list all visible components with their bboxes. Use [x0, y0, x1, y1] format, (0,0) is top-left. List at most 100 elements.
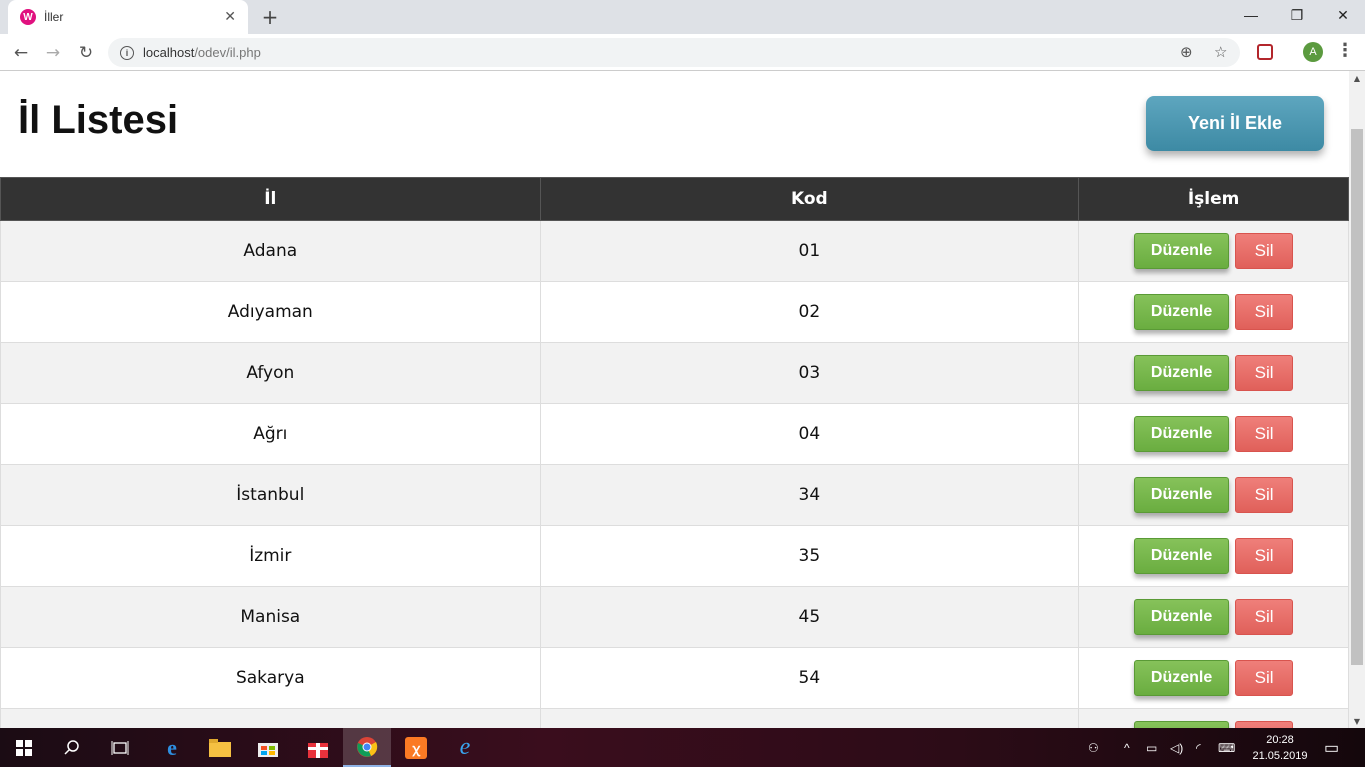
edit-button[interactable]: Düzenle [1134, 599, 1230, 635]
cell-kod: 45 [539, 586, 1080, 648]
address-bar[interactable]: i localhost/odev/il.php ⊕ ☆ [108, 38, 1240, 67]
store-icon[interactable] [244, 728, 292, 767]
cell-actions: Düzenle Sil [1078, 708, 1349, 728]
page-title: İl Listesi [18, 98, 179, 142]
cell-il: Afyon [0, 342, 541, 404]
bookmark-star-icon[interactable]: ☆ [1214, 43, 1227, 61]
cell-il: Ağrı [0, 403, 541, 465]
table-row: Manisa 45 Düzenle Sil [0, 586, 1349, 648]
cell-kod: 54 [539, 647, 1080, 709]
table-row: Adana 01 Düzenle Sil [0, 220, 1349, 282]
wifi-icon[interactable]: ◜ [1196, 728, 1201, 767]
show-hidden-icons-icon[interactable]: ^ [1124, 728, 1130, 767]
edit-button[interactable]: Düzenle [1134, 233, 1230, 269]
keyboard-icon[interactable]: ⌨ [1218, 728, 1235, 767]
wamp-favicon-icon: W [20, 9, 36, 25]
battery-icon[interactable]: ▭ [1146, 728, 1157, 767]
edit-button[interactable]: Düzenle [1134, 477, 1230, 513]
new-tab-button[interactable]: + [258, 5, 282, 29]
cell-il: Manisa [0, 586, 541, 648]
url-text: localhost/odev/il.php [143, 45, 261, 60]
edge-icon[interactable]: e [148, 728, 196, 767]
delete-button[interactable]: Sil [1235, 233, 1294, 269]
xampp-icon[interactable]: ꭓ [392, 728, 440, 767]
clock-date: 21.05.2019 [1252, 750, 1308, 762]
internet-explorer-icon[interactable]: e [441, 728, 489, 767]
minimize-button[interactable]: — [1228, 0, 1274, 30]
task-view-icon[interactable] [96, 728, 144, 767]
cell-actions: DüzenleSil [1078, 220, 1349, 282]
file-explorer-icon[interactable] [196, 728, 244, 767]
profile-avatar[interactable]: A [1303, 42, 1323, 62]
browser-menu-icon[interactable]: ⋮ [1336, 40, 1354, 61]
table-row: Adıyaman 02 Düzenle Sil [0, 281, 1349, 343]
cell-kod: 02 [539, 281, 1080, 343]
table-row: İstanbul 34 Düzenle Sil [0, 464, 1349, 526]
cell-actions: DüzenleSil [1078, 525, 1349, 587]
cell-kod: 34 [539, 464, 1080, 526]
page-scrollbar[interactable]: ▲ ▼ [1349, 71, 1365, 728]
browser-tabstrip: W İller ✕ + — ❐ ✕ [0, 0, 1365, 34]
scroll-thumb[interactable] [1351, 129, 1363, 665]
gift-app-icon[interactable] [294, 728, 342, 767]
table-row: İzmir 35 Düzenle Sil [0, 525, 1349, 587]
search-icon[interactable] [48, 728, 96, 767]
cell-kod [539, 708, 1080, 728]
delete-button[interactable]: Sil [1235, 355, 1294, 391]
delete-button[interactable]: Sil [1235, 538, 1294, 574]
cell-il: Adana [0, 220, 541, 282]
delete-button[interactable]: Sil [1235, 416, 1294, 452]
delete-button[interactable]: Sil [1235, 660, 1294, 696]
extension-icon[interactable] [1257, 44, 1273, 60]
edit-button[interactable]: Düzenle [1134, 538, 1230, 574]
forward-button[interactable]: → [40, 40, 66, 66]
column-header-il: İl [0, 177, 541, 221]
page-viewport: İl Listesi Yeni İl Ekle İl Kod İşlem Ada… [0, 71, 1349, 728]
scroll-up-arrow-icon[interactable]: ▲ [1349, 71, 1365, 85]
cell-actions: DüzenleSil [1078, 281, 1349, 343]
column-header-islem: İşlem [1078, 177, 1349, 221]
volume-icon[interactable]: ◁) [1170, 728, 1183, 767]
add-city-button[interactable]: Yeni İl Ekle [1146, 96, 1324, 151]
close-tab-icon[interactable]: ✕ [224, 9, 236, 25]
taskbar-clock[interactable]: 20:28 21.05.2019 [1245, 732, 1315, 764]
cell-kod: 35 [539, 525, 1080, 587]
delete-button[interactable]: Sil [1235, 721, 1294, 728]
reload-button[interactable]: ↻ [73, 40, 99, 66]
windows-start-icon[interactable] [0, 728, 48, 767]
delete-button[interactable]: Sil [1235, 477, 1294, 513]
delete-button[interactable]: Sil [1235, 294, 1294, 330]
column-header-kod: Kod [539, 177, 1080, 221]
edit-button[interactable]: Düzenle [1134, 355, 1230, 391]
edit-button[interactable]: Düzenle [1134, 660, 1230, 696]
restore-button[interactable]: ❐ [1274, 0, 1320, 30]
edit-button[interactable]: Düzenle [1134, 294, 1230, 330]
table-row: Ağrı 04 Düzenle Sil [0, 403, 1349, 465]
clock-time: 20:28 [1266, 734, 1294, 746]
cell-il: Adıyaman [0, 281, 541, 343]
table-row: Sakarya 54 Düzenle Sil [0, 647, 1349, 709]
table-header-row: İl Kod İşlem [0, 177, 1349, 221]
cell-actions: DüzenleSil [1078, 403, 1349, 465]
cell-actions: DüzenleSil [1078, 342, 1349, 404]
edit-button[interactable]: Düzenle [1134, 721, 1230, 728]
cell-il: Sakarya [0, 647, 541, 709]
cell-kod: 03 [539, 342, 1080, 404]
edit-button[interactable]: Düzenle [1134, 416, 1230, 452]
notifications-icon[interactable]: ▭ [1324, 728, 1339, 767]
zoom-icon[interactable]: ⊕ [1180, 43, 1193, 61]
close-window-button[interactable]: ✕ [1320, 0, 1365, 30]
browser-toolbar: ← → ↻ i localhost/odev/il.php ⊕ ☆ A ⋮ [0, 34, 1365, 71]
tab-title: İller [44, 10, 64, 24]
cell-il: İstanbul [0, 464, 541, 526]
browser-tab[interactable]: W İller ✕ [8, 0, 248, 34]
site-info-icon[interactable]: i [120, 45, 134, 60]
chrome-icon[interactable] [343, 728, 391, 767]
cell-il [0, 708, 541, 728]
people-icon[interactable]: ⚇ [1088, 728, 1099, 767]
back-button[interactable]: ← [8, 40, 34, 66]
cell-actions: DüzenleSil [1078, 464, 1349, 526]
windows-taskbar: e ꭓ e ⚇ ^ ▭ ◁) ◜ ⌨ 20:28 21.05.2019 ▭ [0, 728, 1365, 767]
scroll-down-arrow-icon[interactable]: ▼ [1349, 714, 1365, 728]
delete-button[interactable]: Sil [1235, 599, 1294, 635]
